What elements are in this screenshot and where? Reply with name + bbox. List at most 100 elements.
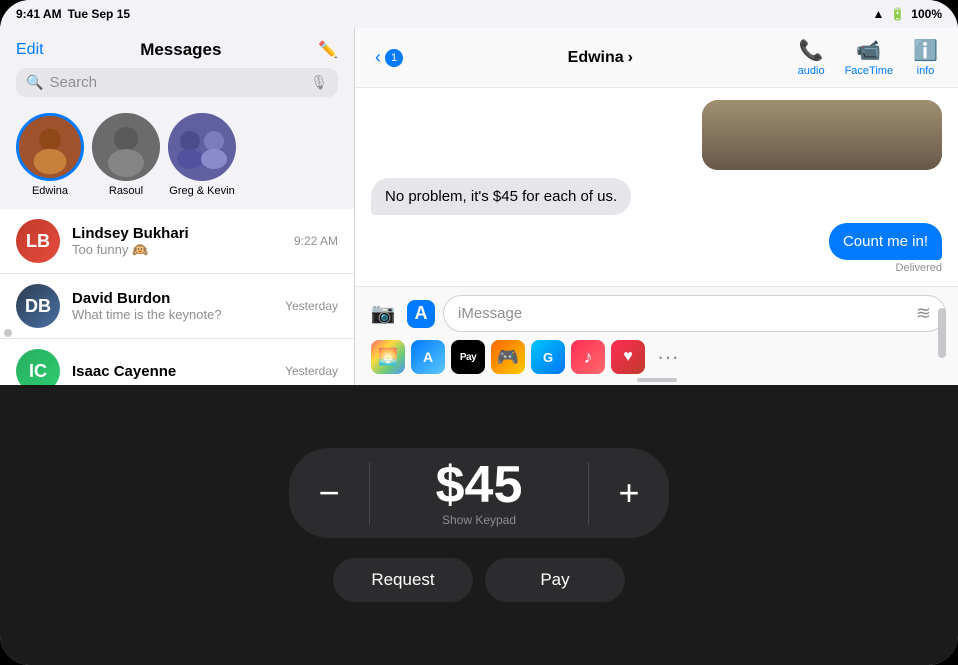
edit-button[interactable]: Edit <box>16 41 44 59</box>
received-bubble: No problem, it's $45 for each of us. <box>371 178 631 215</box>
message-preview-david: What time is the keynote? <box>72 307 273 322</box>
message-content-lindsey: Lindsey Bukhari Too funny 🙉 <box>72 225 282 258</box>
message-name-lindsey: Lindsey Bukhari <box>72 225 282 242</box>
message-name-david: David Burdon <box>72 290 273 307</box>
status-date: Tue Sep 15 <box>68 7 130 21</box>
sent-bubble: Count me in! <box>829 223 942 260</box>
search-input[interactable]: Search <box>49 74 304 91</box>
pinned-label-greg-kevin: Greg & Kevin <box>169 185 234 197</box>
sent-bubble-wrap: Count me in! Delivered <box>829 223 942 274</box>
lock-button[interactable] <box>4 329 12 337</box>
heart-app-icon[interactable]: ♥ <box>611 340 645 374</box>
pinned-contact-edwina[interactable]: Edwina <box>16 113 84 197</box>
input-row: 📷 A iMessage ≋ <box>367 295 946 332</box>
chat-actions: 📞 audio 📹 FaceTime ℹ️ info <box>798 38 938 77</box>
imessage-placeholder: iMessage <box>458 305 522 322</box>
message-time-lindsey: 9:22 AM <box>294 234 338 248</box>
pinned-contact-rasoul[interactable]: Rasoul <box>92 113 160 197</box>
message-item-isaac[interactable]: IC Isaac Cayenne Yesterday <box>0 339 354 388</box>
message-item-david[interactable]: DB David Burdon What time is the keynote… <box>0 274 354 339</box>
main-layout: Edit Messages ✏️ 🔍 Search 🎙 <box>0 28 958 665</box>
applepay-app-icon[interactable]: Pay <box>451 340 485 374</box>
message-input-bar: 📷 A iMessage ≋ 🌅 A Pay 🎮 G <box>355 286 958 388</box>
audio-label: audio <box>798 65 825 77</box>
audio-icon: 📞 <box>799 38 824 63</box>
app-icon-row: 🌅 A Pay 🎮 G ♪ ♥ ··· <box>367 332 946 378</box>
right-divider <box>588 462 589 525</box>
avatar-isaac: IC <box>16 349 60 388</box>
music-app-icon[interactable]: ♪ <box>571 340 605 374</box>
imessage-input[interactable]: iMessage ≋ <box>443 295 946 332</box>
avatar-lindsey: LB <box>16 219 60 263</box>
battery-label: 100% <box>911 7 942 21</box>
photos-app-icon[interactable]: 🌅 <box>371 340 405 374</box>
more-app-icon[interactable]: ··· <box>651 340 685 374</box>
increment-button[interactable]: + <box>589 448 669 538</box>
chat-area: ‹ 1 Edwina › 📞 audio 📹 <box>355 28 958 388</box>
status-bar-left: 9:41 AM Tue Sep 15 <box>16 7 130 21</box>
waveform-icon: ≋ <box>916 303 931 324</box>
scroll-indicator <box>637 378 677 382</box>
audio-action[interactable]: 📞 audio <box>798 38 825 77</box>
payment-amount: $45 <box>436 459 523 511</box>
appstore-app-icon[interactable]: A <box>411 340 445 374</box>
chat-header: ‹ 1 Edwina › 📞 audio 📹 <box>355 28 958 88</box>
request-button[interactable]: Request <box>333 558 473 602</box>
message-time-david: Yesterday <box>285 299 338 313</box>
pinned-avatar-greg-kevin <box>168 113 236 181</box>
compose-button[interactable]: ✏️ <box>318 40 338 60</box>
message-preview-lindsey: Too funny 🙉 <box>72 242 282 258</box>
messages-area: Edit Messages ✏️ 🔍 Search 🎙 <box>0 28 958 388</box>
microphone-icon[interactable]: 🎙 <box>310 74 328 91</box>
pinned-label-edwina: Edwina <box>32 185 68 197</box>
avatar-david: DB <box>16 284 60 328</box>
contact-chevron: › <box>628 49 633 67</box>
delivered-label: Delivered <box>896 262 942 274</box>
status-bar-right: ▲ 🔋 100% <box>872 7 942 21</box>
pinned-avatar-edwina <box>16 113 84 181</box>
pinned-contacts: Edwina Rasoul <box>0 105 354 209</box>
back-badge: 1 <box>385 49 403 67</box>
game-app-icon[interactable]: 🎮 <box>491 340 525 374</box>
left-divider <box>369 462 370 525</box>
message-content-isaac: Isaac Cayenne <box>72 363 273 380</box>
photo-message <box>702 100 942 170</box>
pinned-contact-greg-kevin[interactable]: Greg & Kevin <box>168 113 236 197</box>
appstore-button[interactable]: A <box>407 300 435 328</box>
chat-contact-name[interactable]: Edwina › <box>568 49 633 67</box>
payment-pill: − $45 Show Keypad + <box>289 448 669 538</box>
info-icon: ℹ️ <box>913 38 938 63</box>
message-content-david: David Burdon What time is the keynote? <box>72 290 273 322</box>
payment-buttons: Request Pay <box>333 558 625 602</box>
giphy-app-icon[interactable]: G <box>531 340 565 374</box>
back-button[interactable]: ‹ 1 <box>375 47 403 68</box>
decrement-button[interactable]: − <box>289 448 369 538</box>
status-time: 9:41 AM <box>16 7 62 21</box>
back-chevron: ‹ <box>375 47 381 68</box>
search-bar[interactable]: 🔍 Search 🎙 <box>16 68 338 97</box>
sidebar-header: Edit Messages ✏️ <box>0 28 354 68</box>
message-item-lindsey[interactable]: LB Lindsey Bukhari Too funny 🙉 9:22 AM <box>0 209 354 274</box>
pinned-label-rasoul: Rasoul <box>109 185 143 197</box>
status-bar: 9:41 AM Tue Sep 15 ▲ 🔋 100% <box>0 0 958 28</box>
wifi-icon: ▲ <box>872 7 884 21</box>
show-keypad-label[interactable]: Show Keypad <box>442 513 516 527</box>
facetime-action[interactable]: 📹 FaceTime <box>845 38 894 77</box>
info-label: info <box>917 65 935 77</box>
info-action[interactable]: ℹ️ info <box>913 38 938 77</box>
pinned-avatar-rasoul <box>92 113 160 181</box>
message-name-isaac: Isaac Cayenne <box>72 363 273 380</box>
chat-messages: No problem, it's $45 for each of us. Cou… <box>355 88 958 286</box>
applepay-overlay: − $45 Show Keypad + Request Pay <box>0 385 958 665</box>
facetime-label: FaceTime <box>845 65 894 77</box>
message-list: LB Lindsey Bukhari Too funny 🙉 9:22 AM D… <box>0 209 354 388</box>
home-indicator[interactable] <box>938 308 946 358</box>
sidebar: Edit Messages ✏️ 🔍 Search 🎙 <box>0 28 355 388</box>
payment-center: $45 Show Keypad <box>369 459 589 527</box>
facetime-icon: 📹 <box>856 38 881 63</box>
pay-button[interactable]: Pay <box>485 558 625 602</box>
search-icon: 🔍 <box>26 74 43 91</box>
message-time-isaac: Yesterday <box>285 364 338 378</box>
battery-icon: 🔋 <box>890 7 905 21</box>
camera-button[interactable]: 📷 <box>367 298 399 330</box>
